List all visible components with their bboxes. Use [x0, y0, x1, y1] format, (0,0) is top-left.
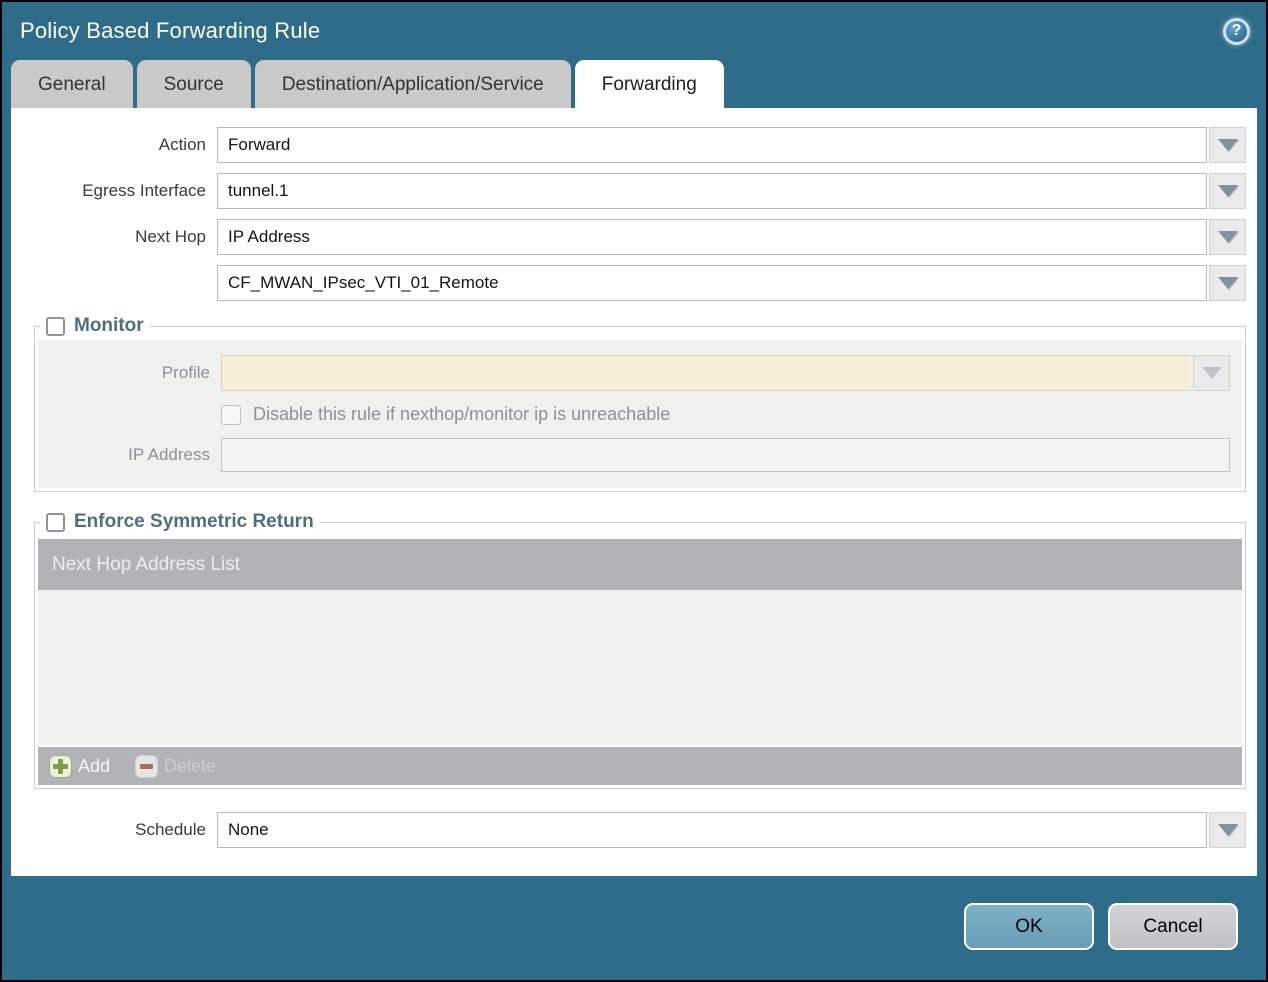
disable-rule-checkbox — [221, 404, 241, 425]
schedule-row: Schedule None — [34, 812, 1246, 848]
action-select[interactable]: Forward — [217, 127, 1207, 163]
policy-based-forwarding-dialog: Policy Based Forwarding Rule ? General S… — [0, 0, 1268, 982]
disable-rule-label: Disable this rule if nexthop/monitor ip … — [253, 404, 671, 424]
next-hop-address-select[interactable]: CF_MWAN_IPsec_VTI_01_Remote — [217, 265, 1207, 301]
chevron-down-icon — [1217, 824, 1238, 836]
egress-interface-dropdown-button[interactable] — [1209, 173, 1246, 209]
tab-forwarding[interactable]: Forwarding — [574, 60, 724, 108]
egress-interface-label: Egress Interface — [82, 181, 206, 200]
monitor-legend-label: Monitor — [74, 315, 144, 336]
disable-rule-row: Disable this rule if nexthop/monitor ip … — [221, 404, 1230, 425]
symmetric-return-fieldset: Enforce Symmetric Return Next Hop Addres… — [34, 511, 1246, 789]
action-dropdown-button[interactable] — [1209, 127, 1246, 163]
plus-icon — [50, 755, 71, 777]
profile-select — [221, 355, 1191, 391]
chevron-down-icon — [1217, 139, 1238, 151]
next-hop-address-dropdown-button[interactable] — [1209, 265, 1246, 301]
symmetric-return-legend-label: Enforce Symmetric Return — [74, 511, 314, 532]
egress-interface-select[interactable]: tunnel.1 — [217, 173, 1207, 209]
egress-interface-row: Egress Interface tunnel.1 — [34, 173, 1246, 209]
tab-general[interactable]: General — [11, 60, 133, 108]
delete-button: Delete — [136, 755, 217, 777]
add-button[interactable]: Add — [50, 755, 111, 777]
monitor-body: Profile Disable this rule if nexthop/mon… — [38, 340, 1242, 488]
symmetric-return-checkbox[interactable] — [46, 512, 65, 532]
profile-label: Profile — [161, 363, 210, 382]
next-hop-type-select[interactable]: IP Address — [217, 219, 1207, 255]
schedule-select[interactable]: None — [217, 812, 1207, 848]
chevron-down-icon — [1201, 367, 1222, 379]
next-hop-address-row: CF_MWAN_IPsec_VTI_01_Remote — [34, 265, 1246, 301]
next-hop-type-dropdown-button[interactable] — [1209, 219, 1246, 255]
monitor-fieldset: Monitor Profile Disable this rule if nex… — [34, 315, 1246, 492]
add-button-label: Add — [78, 755, 111, 776]
monitor-ip-row: IP Address — [38, 438, 1230, 472]
monitor-legend: Monitor — [40, 315, 150, 337]
tab-source[interactable]: Source — [136, 60, 251, 108]
symmetric-return-legend: Enforce Symmetric Return — [40, 511, 320, 533]
delete-button-label: Delete — [164, 755, 217, 776]
action-label: Action — [158, 135, 206, 154]
minus-icon — [136, 755, 158, 777]
next-hop-address-list-body[interactable] — [38, 590, 1242, 745]
forwarding-tab-panel: Action Forward Egress Interface tunnel.1… — [11, 108, 1257, 876]
next-hop-address-list-toolbar: Add Delete — [38, 747, 1242, 785]
profile-dropdown-button — [1193, 355, 1230, 391]
monitor-ip-input — [221, 438, 1230, 472]
cancel-button[interactable]: Cancel — [1108, 903, 1238, 950]
chevron-down-icon — [1217, 277, 1238, 289]
schedule-dropdown-button[interactable] — [1209, 812, 1246, 848]
tab-bar: General Source Destination/Application/S… — [2, 60, 1266, 108]
next-hop-label: Next Hop — [135, 227, 206, 246]
dialog-title: Policy Based Forwarding Rule — [20, 18, 321, 43]
schedule-label: Schedule — [135, 820, 206, 839]
next-hop-address-list-header: Next Hop Address List — [38, 539, 1242, 590]
monitor-checkbox[interactable] — [46, 316, 65, 336]
help-icon[interactable]: ? — [1223, 17, 1250, 45]
next-hop-row: Next Hop IP Address — [34, 219, 1246, 255]
action-row: Action Forward — [34, 127, 1246, 163]
dialog-titlebar: Policy Based Forwarding Rule ? — [2, 2, 1266, 60]
chevron-down-icon — [1217, 231, 1238, 243]
monitor-ip-label: IP Address — [128, 445, 210, 464]
next-hop-address-list-table: Next Hop Address List Add Delete — [38, 539, 1242, 785]
chevron-down-icon — [1217, 185, 1238, 197]
ok-button[interactable]: OK — [964, 903, 1094, 950]
tab-destination-application-service[interactable]: Destination/Application/Service — [254, 60, 571, 108]
dialog-footer: OK Cancel — [2, 876, 1266, 950]
profile-row: Profile — [38, 355, 1230, 391]
